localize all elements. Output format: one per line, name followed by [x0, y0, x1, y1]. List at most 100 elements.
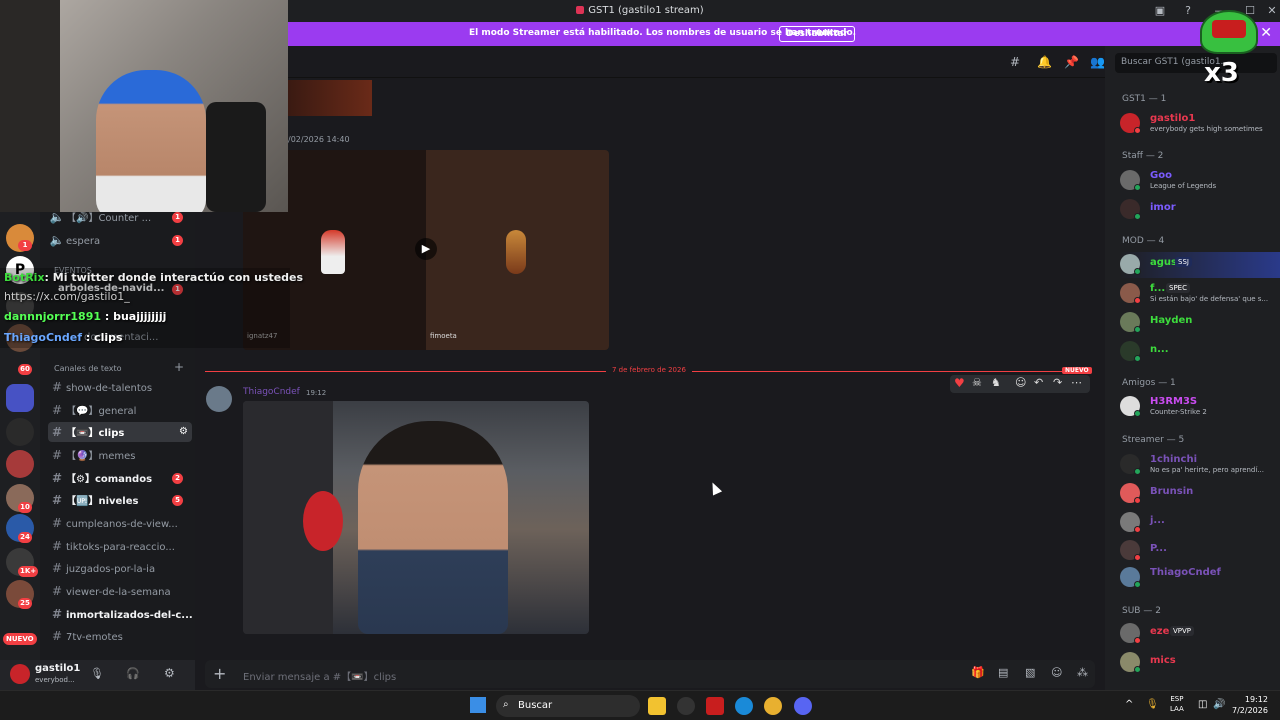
channel-viewer[interactable]: # viewer-de-la-semana: [48, 581, 192, 601]
avatar[interactable]: [206, 386, 232, 412]
channel-comandos[interactable]: # 【⚙】comandos: [48, 468, 192, 488]
help-icon[interactable]: ?: [1180, 3, 1196, 19]
close-window-button[interactable]: ✕: [1264, 3, 1280, 19]
member-item[interactable]: 1chinchi No es pa' herirte, pero aprendí…: [1120, 452, 1280, 478]
chat-line: https://x.com/gastilo1_: [4, 290, 130, 303]
member-item[interactable]: f... SPEC Si están bajo' de defensa' que…: [1120, 281, 1280, 307]
tray-chevron-icon[interactable]: ^: [1125, 699, 1133, 710]
channel-7tv-emotes[interactable]: #7tv-emotes: [48, 626, 192, 646]
server-search-input[interactable]: Buscar GST1 (gastilo1...: [1115, 53, 1277, 73]
forward-icon[interactable]: ↷: [1053, 376, 1062, 389]
settings-icon[interactable]: ⚙: [179, 422, 188, 442]
disable-streamer-button[interactable]: Deshabilitar: [779, 26, 855, 42]
chat-user: ThiagoCndef: [4, 331, 82, 344]
new-badge: NUEVO: [1062, 367, 1092, 374]
member-item[interactable]: Goo League of Legends: [1120, 168, 1280, 194]
member-item[interactable]: mics: [1120, 650, 1280, 676]
chat-user: BotRix: [4, 271, 45, 284]
channel-clips[interactable]: # 【📼】clips ⚙: [48, 422, 192, 442]
discord-icon[interactable]: [794, 697, 812, 715]
goat-reaction-icon[interactable]: ♞: [991, 376, 1001, 389]
edge-icon[interactable]: [735, 697, 753, 715]
server-icon[interactable]: [6, 384, 34, 412]
member-tag: SPEC: [1166, 283, 1190, 293]
windows-start-icon[interactable]: [470, 697, 486, 713]
language-indicator[interactable]: ESP LAA: [1170, 694, 1184, 714]
hash-icon: #: [51, 448, 63, 462]
tray-mic-icon[interactable]: 🎙: [1146, 699, 1159, 710]
gaming-chair: [206, 102, 266, 212]
sticker-icon[interactable]: ▧: [1025, 666, 1035, 679]
gift-icon[interactable]: 🎁: [971, 666, 985, 679]
apps-icon[interactable]: ⁂: [1077, 666, 1088, 679]
voice-channel[interactable]: 🔈 espera: [48, 230, 192, 250]
server-icon[interactable]: [6, 450, 34, 478]
user-settings-icon[interactable]: ⚙: [164, 666, 175, 680]
channel-badge: 2: [172, 473, 183, 484]
status-dot: [1134, 326, 1141, 333]
member-item[interactable]: j...: [1120, 510, 1280, 536]
more-icon[interactable]: ⋯: [1071, 376, 1082, 389]
reply-icon[interactable]: ↶: [1034, 376, 1043, 389]
add-attachment-icon[interactable]: +: [213, 664, 226, 683]
member-item[interactable]: ThiagoCndef: [1120, 565, 1280, 591]
channel-juzgados[interactable]: # juzgados-por-la-ia: [48, 558, 192, 578]
image-attachment-partial[interactable]: [288, 80, 372, 116]
channel-inmortalizados[interactable]: # inmortalizados-del-c...: [48, 604, 192, 624]
status-dot: [1134, 526, 1141, 533]
channel-cumpleanos[interactable]: # cumpleanos-de-view...: [48, 513, 192, 533]
notification-bell-icon[interactable]: 🔔: [1037, 55, 1052, 69]
user-panel: gastilo1 everybod... 🎙 🎧 ⚙: [0, 660, 195, 690]
channel-tiktoks[interactable]: # tiktoks-para-reaccio...: [48, 536, 192, 556]
video-embed[interactable]: ignatz47 fimoeta ▶: [243, 150, 609, 350]
hash-icon: #: [51, 380, 63, 394]
status-dot: [1134, 184, 1141, 191]
member-item[interactable]: P...: [1120, 538, 1280, 564]
channel-show-de-talentos[interactable]: # show-de-talentos: [48, 377, 192, 397]
member-item[interactable]: Brunsin: [1120, 481, 1280, 507]
pin-icon[interactable]: 📌: [1064, 55, 1079, 69]
embed-name-right: fimoeta: [430, 332, 457, 340]
app-icon[interactable]: [677, 697, 695, 715]
channel-niveles[interactable]: # 【🆙】niveles: [48, 490, 192, 510]
add-channel-icon[interactable]: +: [174, 360, 184, 374]
message-time: 19:12: [306, 389, 327, 397]
text-channels-category[interactable]: Canales de texto: [54, 364, 122, 373]
member-item[interactable]: imor: [1120, 197, 1280, 223]
network-icon[interactable]: ◫: [1198, 699, 1207, 710]
inbox-icon[interactable]: ▣: [1152, 3, 1168, 19]
clock[interactable]: 19:12 7/2/2026: [1232, 694, 1268, 716]
message-author[interactable]: ThiagoCndef: [243, 387, 300, 397]
server-icon[interactable]: [6, 418, 34, 446]
member-item[interactable]: n...: [1120, 339, 1280, 365]
clip-video-thumbnail[interactable]: [243, 401, 589, 634]
banner-close-icon[interactable]: ✕: [1260, 25, 1272, 41]
gif-icon[interactable]: ▤: [998, 666, 1008, 679]
file-explorer-icon[interactable]: [648, 697, 666, 715]
member-item[interactable]: Hayden: [1120, 310, 1280, 336]
member-item[interactable]: agus SSJ: [1120, 252, 1280, 278]
avatar[interactable]: [10, 664, 30, 684]
member-item[interactable]: H3RM3S Counter-Strike 2: [1120, 394, 1280, 420]
hash-icon: #: [51, 516, 63, 530]
threads-icon[interactable]: #: [1010, 55, 1020, 69]
hash-icon: #: [51, 629, 63, 643]
chrome-icon[interactable]: [764, 697, 782, 715]
app-icon[interactable]: [706, 697, 724, 715]
member-list-icon[interactable]: 👥: [1090, 55, 1105, 69]
taskbar-search[interactable]: ⌕ Buscar: [496, 695, 640, 717]
heart-reaction-icon[interactable]: ♥: [954, 376, 965, 390]
member-item[interactable]: eze VPVP: [1120, 621, 1280, 647]
emoji-icon[interactable]: ☺: [1051, 666, 1062, 679]
headphones-icon[interactable]: 🎧: [126, 667, 140, 680]
channel-general[interactable]: # 【💬】general: [48, 400, 192, 420]
message-input[interactable]: Enviar mensaje a #【📼】clips: [243, 668, 396, 683]
microphone-icon[interactable]: 🎙: [90, 667, 104, 680]
channel-memes[interactable]: # 【🔮】memes: [48, 445, 192, 465]
play-icon[interactable]: ▶: [415, 238, 437, 260]
skull-reaction-icon[interactable]: ☠: [972, 376, 982, 389]
add-reaction-icon[interactable]: ☺: [1015, 376, 1026, 389]
volume-icon[interactable]: 🔊: [1213, 699, 1225, 710]
member-item[interactable]: gastilo1 everybody gets high sometimes: [1120, 111, 1280, 137]
status-dot: [1134, 410, 1141, 417]
